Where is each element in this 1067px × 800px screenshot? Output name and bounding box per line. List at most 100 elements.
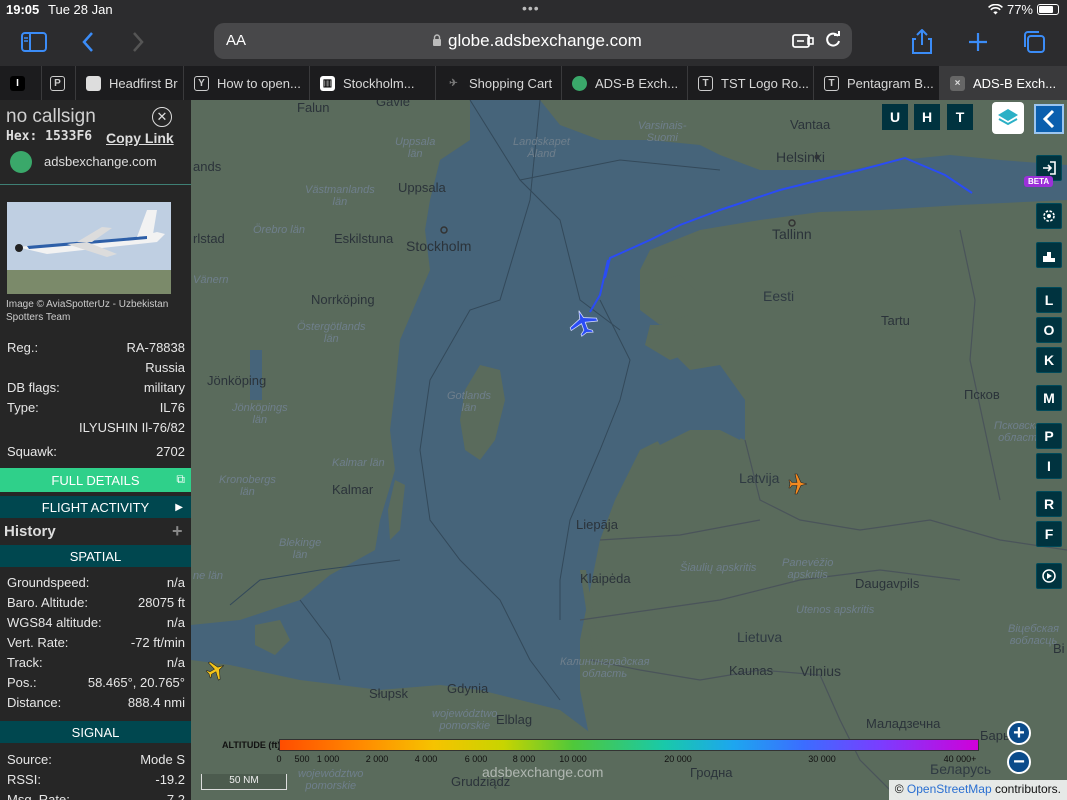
- flight-activity-button[interactable]: FLIGHT ACTIVITY ▶: [0, 496, 191, 518]
- map-label: Jönköping: [207, 373, 267, 388]
- spatial-row: Track: n/a: [7, 655, 185, 670]
- legend-tick: 2 000: [365, 754, 389, 764]
- side-toggle-l[interactable]: L: [1036, 287, 1062, 313]
- reload-icon[interactable]: [824, 31, 842, 54]
- map-label: Słupsk: [369, 686, 409, 701]
- sidebar-toggle-icon[interactable]: [20, 28, 48, 56]
- close-tab-icon[interactable]: ×: [950, 75, 965, 91]
- caret-right-icon: ▶: [175, 501, 183, 513]
- legend-tick: 10 000: [559, 754, 587, 764]
- copy-link[interactable]: Copy Link: [106, 130, 174, 146]
- map-label: Varsinais- Suomi: [638, 120, 687, 144]
- zoom-out-button[interactable]: −: [1007, 750, 1031, 774]
- forward-icon[interactable]: [124, 28, 152, 56]
- tab-9[interactable]: T Pentagram B...: [814, 66, 940, 100]
- legend-tick: 40 000+: [943, 754, 977, 764]
- collapse-sidebar-button[interactable]: [1034, 104, 1064, 134]
- expand-history-icon[interactable]: +: [172, 521, 183, 542]
- tab-label: Shopping Cart: [469, 75, 553, 91]
- legend-tick: 4 000: [414, 754, 438, 764]
- tab-3[interactable]: Headfirst Br: [76, 66, 184, 100]
- toggle-h-button[interactable]: H: [914, 104, 940, 130]
- map-label: Blekinge län: [279, 537, 322, 561]
- extension-icon[interactable]: [792, 32, 814, 55]
- share-icon[interactable]: [908, 28, 936, 56]
- tab-favicon: Y: [194, 75, 209, 91]
- toggle-t-button[interactable]: T: [947, 104, 973, 130]
- tab-7[interactable]: ADS-B Exch...: [562, 66, 688, 100]
- site-name[interactable]: adsbexchange.com: [44, 154, 157, 169]
- tab-label: Stockholm...: [343, 75, 415, 91]
- lock-icon: [432, 34, 442, 52]
- side-toggle-p[interactable]: P: [1036, 423, 1062, 449]
- tab-1[interactable]: I: [0, 66, 42, 100]
- info-row-type: Type: IL76: [7, 400, 185, 415]
- spatial-row: Vert. Rate: -72 ft/min: [7, 635, 185, 650]
- zoom-in-button[interactable]: +: [1007, 721, 1031, 745]
- tab-label: Pentagram B...: [847, 75, 934, 91]
- tab-label: Headfirst Br: [109, 75, 178, 91]
- spatial-row: WGS84 altitude: n/a: [7, 615, 185, 630]
- close-panel-icon[interactable]: ✕: [152, 107, 172, 127]
- legend-tick: 8 000: [512, 754, 536, 764]
- copyright-symbol: ©: [894, 782, 907, 796]
- side-toggle-o[interactable]: O: [1036, 317, 1062, 343]
- map-label: Маладзечна: [866, 716, 941, 731]
- toggle-u-button[interactable]: U: [882, 104, 908, 130]
- layers-button[interactable]: [992, 102, 1024, 134]
- map-label: Гродна: [690, 765, 733, 780]
- side-toggle-r[interactable]: R: [1036, 491, 1062, 517]
- adsb-favicon-icon: [572, 75, 587, 91]
- map-label: ands: [193, 159, 222, 174]
- tab-8[interactable]: T TST Logo Ro...: [688, 66, 814, 100]
- tab-label: How to open...: [217, 75, 301, 91]
- map-label: województwo pomorskie: [432, 708, 498, 732]
- tab-5[interactable]: ▥ Stockholm...: [310, 66, 436, 100]
- side-toggle-f[interactable]: F: [1036, 521, 1062, 547]
- map-label: Tartu: [881, 313, 910, 328]
- settings-gear-icon[interactable]: [1036, 203, 1062, 229]
- new-tab-icon[interactable]: [964, 28, 992, 56]
- photo-credit: Image © AviaSpotterUz - Uzbekistan Spott…: [6, 299, 169, 323]
- back-icon[interactable]: [74, 28, 102, 56]
- map-label: Uppsala län: [395, 136, 436, 160]
- tab-favicon: T: [698, 75, 713, 91]
- reader-aa-button[interactable]: AA: [226, 32, 246, 49]
- map-label: Беларусь: [930, 761, 992, 777]
- tab-favicon: P: [50, 75, 65, 91]
- side-toggle-m[interactable]: M: [1036, 385, 1062, 411]
- map-label: województwo pomorskie: [298, 768, 364, 792]
- map-label: Vilnius: [800, 663, 841, 679]
- legend-tick: 20 000: [664, 754, 692, 764]
- chevron-left-icon: [1042, 109, 1055, 129]
- map-label: Vantaa: [790, 117, 831, 132]
- selected-aircraft-icon[interactable]: [566, 306, 601, 339]
- spatial-row: Pos.: 58.465°, 20.765°: [7, 675, 185, 690]
- side-toggle-k[interactable]: K: [1036, 347, 1062, 373]
- map-label: Gävle: [376, 100, 410, 109]
- stats-icon[interactable]: [1036, 242, 1062, 268]
- openstreetmap-link[interactable]: OpenStreetMap: [907, 782, 992, 796]
- side-toggle-i[interactable]: I: [1036, 453, 1062, 479]
- tab-2[interactable]: P: [42, 66, 76, 100]
- address-bar[interactable]: AA globe.adsbexchange.com: [214, 23, 852, 59]
- layers-icon: [998, 109, 1018, 126]
- tabs-overview-icon[interactable]: [1020, 28, 1048, 56]
- map-label: Eskilstuna: [334, 231, 394, 246]
- full-details-button[interactable]: FULL DETAILS ⧉: [0, 468, 191, 492]
- map-label: Псков: [964, 387, 1000, 402]
- tab-10-active[interactable]: × ADS-B Exch...: [940, 66, 1067, 100]
- replay-icon[interactable]: [1036, 563, 1062, 589]
- info-row-dbflags: DB flags: military: [7, 380, 185, 395]
- map-label: Kalmar län: [332, 457, 385, 469]
- callsign: no callsign: [6, 106, 96, 127]
- map-label: Jönköpings län: [232, 402, 288, 426]
- tab-6[interactable]: ✈ Shopping Cart: [436, 66, 562, 100]
- map-label: Panevėžio apskritis: [782, 557, 834, 581]
- multitask-dots-icon[interactable]: •••: [522, 0, 540, 16]
- map-label: Eesti: [763, 288, 795, 304]
- spatial-row: Groundspeed: n/a: [7, 575, 185, 590]
- aircraft-photo[interactable]: [7, 202, 171, 294]
- history-heading: History: [4, 523, 56, 540]
- tab-4[interactable]: Y How to open...: [184, 66, 310, 100]
